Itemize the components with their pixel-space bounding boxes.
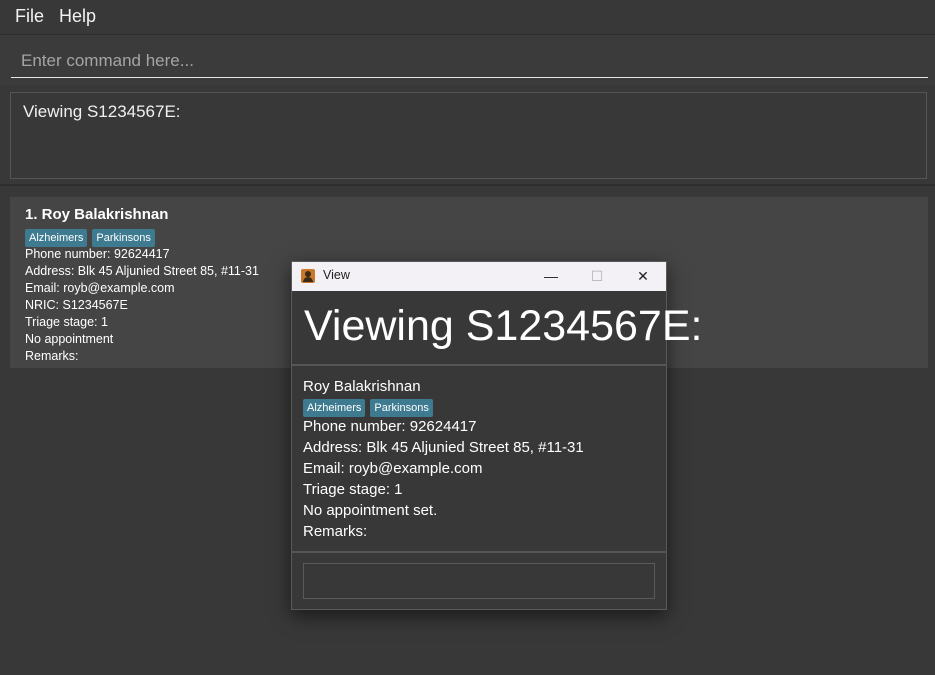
tag-badge: Parkinsons xyxy=(370,399,433,417)
tag-badge: Alzheimers xyxy=(303,399,366,417)
dialog-title: View xyxy=(323,268,350,282)
dialog-phone: Phone number: 92624417 xyxy=(303,418,477,435)
person-appointment: No appointment xyxy=(25,332,114,346)
close-button[interactable]: ✕ xyxy=(620,262,666,291)
menu-file[interactable]: File xyxy=(15,6,44,27)
dialog-person-name: Roy Balakrishnan xyxy=(303,378,421,395)
dialog-titlebar[interactable]: View — ☐ ✕ xyxy=(292,262,666,291)
minimize-button[interactable]: — xyxy=(528,262,574,291)
dialog-separator xyxy=(292,364,666,366)
result-display[interactable]: Viewing S1234567E: xyxy=(10,92,927,179)
tag-badge: Alzheimers xyxy=(25,229,88,247)
dialog-heading: Viewing S1234567E: xyxy=(304,302,703,350)
command-input[interactable] xyxy=(11,44,928,78)
person-name: 1. Roy Balakrishnan xyxy=(25,206,169,223)
person-tags: Alzheimers Parkinsons xyxy=(25,228,160,247)
dialog-tags: Alzheimers Parkinsons xyxy=(303,398,438,417)
dialog-separator xyxy=(292,551,666,553)
dialog-triage: Triage stage: 1 xyxy=(303,481,403,498)
menu-help[interactable]: Help xyxy=(59,6,96,27)
dialog-address: Address: Blk 45 Aljunied Street 85, #11-… xyxy=(303,439,584,456)
person-triage: Triage stage: 1 xyxy=(25,315,108,329)
dialog-remarks: Remarks: xyxy=(303,523,368,540)
dialog-email: Email: royb@example.com xyxy=(303,460,483,477)
dialog-input[interactable] xyxy=(303,563,655,599)
person-phone: Phone number: 92624417 xyxy=(25,247,170,261)
view-dialog: View — ☐ ✕ Viewing S1234567E: Roy Balakr… xyxy=(291,261,702,610)
person-nric: NRIC: S1234567E xyxy=(25,298,128,312)
contacts-icon xyxy=(301,269,315,283)
menu-bar: File Help xyxy=(0,0,935,35)
person-remarks: Remarks: xyxy=(25,349,79,363)
tag-badge: Parkinsons xyxy=(92,229,155,247)
result-text: Viewing S1234567E: xyxy=(23,102,181,121)
maximize-button[interactable]: ☐ xyxy=(574,262,620,291)
person-address: Address: Blk 45 Aljunied Street 85, #11-… xyxy=(25,264,259,278)
person-email: Email: royb@example.com xyxy=(25,281,175,295)
dialog-appointment: No appointment set. xyxy=(303,502,438,519)
